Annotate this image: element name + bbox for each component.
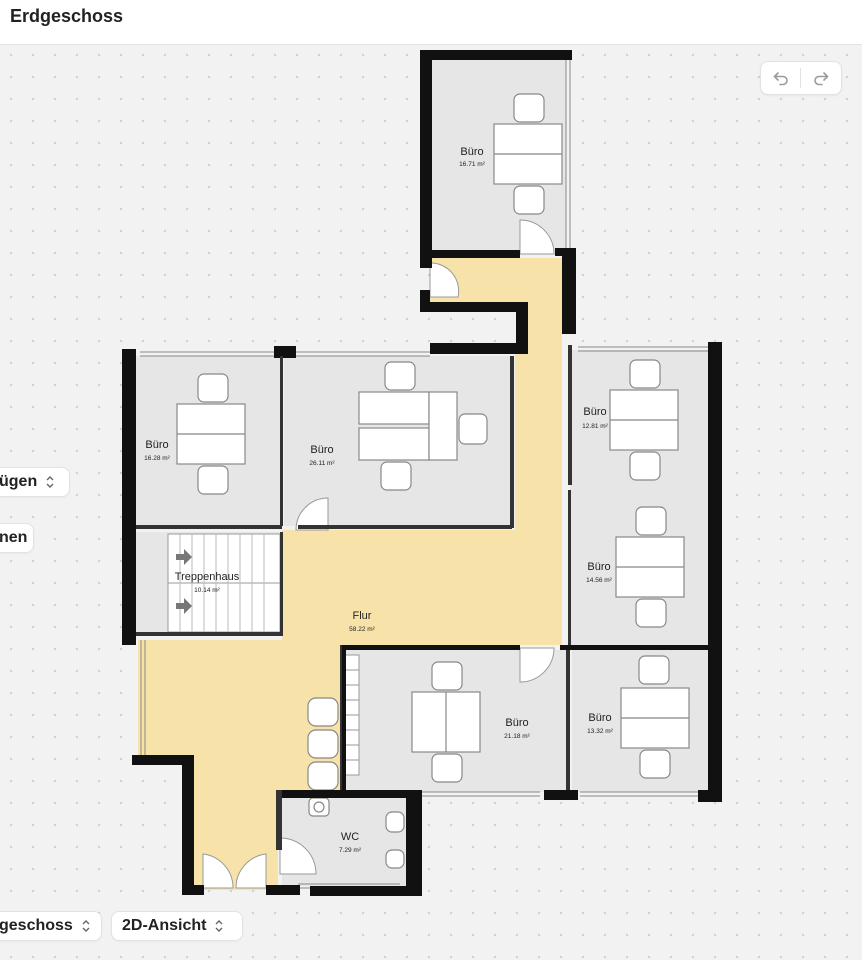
room-area-buero-right-mid: 14.56 m² [586, 577, 612, 584]
floor-select-label: geschoss [0, 917, 73, 934]
measure-button[interactable]: nen [0, 523, 34, 553]
chevron-up-down-icon [81, 919, 91, 933]
view-select[interactable]: 2D-Ansicht [111, 911, 243, 941]
room-area-buero-left: 16.28 m² [144, 455, 170, 462]
room-name-treppenhaus: Treppenhaus [175, 571, 240, 583]
room-area-buero-bottom-mid: 21.18 m² [504, 733, 530, 740]
view-select-label: 2D-Ansicht [122, 917, 207, 934]
undo-icon [773, 72, 788, 86]
redo-button[interactable] [801, 62, 841, 94]
room-area-buero-top: 16.71 m² [459, 161, 485, 168]
chevron-up-down-icon [45, 475, 55, 489]
room-area-buero-mid: 26.11 m² [309, 460, 335, 467]
room-area-buero-bottom-right: 13.32 m² [587, 728, 613, 735]
room-area-buero-right-top: 12.81 m² [582, 423, 608, 430]
insert-select[interactable]: ügen [0, 467, 70, 497]
room-name-buero-right-mid: Büro [587, 561, 610, 573]
room-area-treppenhaus: 10.14 m² [194, 587, 220, 594]
redo-icon [814, 72, 829, 86]
floor-plan[interactable]: Büro 16.71 m² Büro 16.28 m² Büro 26.11 m… [0, 0, 862, 960]
room-area-wc: 7.29 m² [339, 847, 362, 854]
room-name-wc: WC [341, 831, 359, 843]
room-name-buero-bottom-right: Büro [588, 712, 611, 724]
room-name-flur: Flur [353, 610, 372, 622]
stairs [167, 533, 281, 633]
floor-select[interactable]: geschoss [0, 911, 102, 941]
undo-button[interactable] [761, 62, 801, 94]
room-name-buero-bottom-mid: Büro [505, 717, 528, 729]
room-name-buero-mid: Büro [310, 444, 333, 456]
room-name-buero-left: Büro [145, 439, 168, 451]
room-name-buero-top: Büro [460, 146, 483, 158]
room-name-buero-right-top: Büro [583, 406, 606, 418]
waiting-chairs [307, 697, 339, 791]
chevron-up-down-icon [214, 919, 224, 933]
undo-redo-group [760, 61, 842, 95]
shelf [344, 654, 360, 776]
insert-select-label: ügen [0, 473, 38, 490]
room-area-flur: 58.22 m² [349, 626, 375, 633]
measure-button-label: nen [0, 529, 28, 546]
